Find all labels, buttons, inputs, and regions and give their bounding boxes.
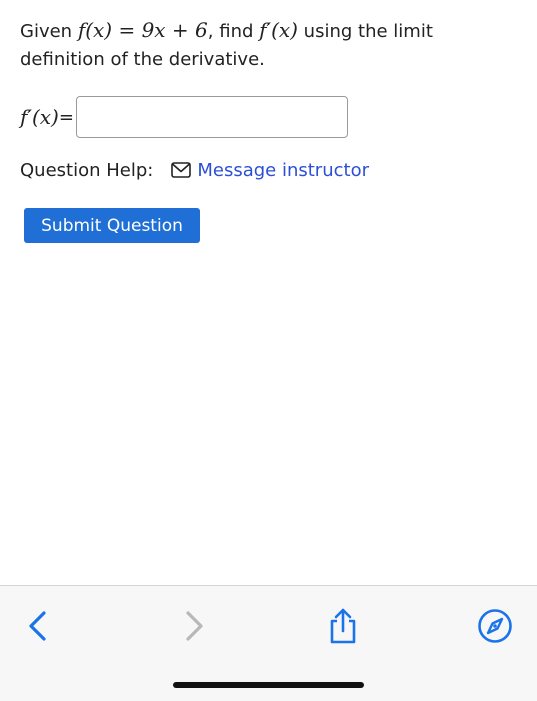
safari-button[interactable] xyxy=(475,606,515,646)
answer-row: f′(x) = xyxy=(20,96,348,138)
forward-button[interactable] xyxy=(174,606,214,646)
chevron-right-icon xyxy=(186,611,203,641)
answer-label-math: f′(x) xyxy=(20,105,59,129)
question-prefix: Given xyxy=(20,21,78,42)
browser-toolbar xyxy=(0,585,537,701)
question-help-label: Question Help: xyxy=(20,159,154,181)
function-definition: f(x) = 9x + 6 xyxy=(77,18,208,42)
submit-question-button[interactable]: Submit Question xyxy=(24,208,200,243)
back-button[interactable] xyxy=(18,606,58,646)
message-instructor-link[interactable]: Message instructor xyxy=(197,160,369,181)
home-indicator[interactable] xyxy=(173,682,364,688)
question-help: Question Help: Message instructor xyxy=(20,156,369,184)
answer-input[interactable] xyxy=(75,96,348,138)
mail-icon[interactable] xyxy=(171,162,192,178)
answer-label-equals: = xyxy=(58,106,74,128)
question-text: Given f(x) = 9x + 6, find f′(x) using th… xyxy=(20,16,510,74)
answer-label: f′(x) = xyxy=(20,105,74,129)
share-icon xyxy=(330,608,356,644)
derivative-target: f′(x) xyxy=(259,18,298,42)
question-middle: , find xyxy=(207,21,260,42)
share-button[interactable] xyxy=(323,606,363,646)
compass-icon xyxy=(478,609,512,643)
chevron-left-icon xyxy=(29,611,46,641)
